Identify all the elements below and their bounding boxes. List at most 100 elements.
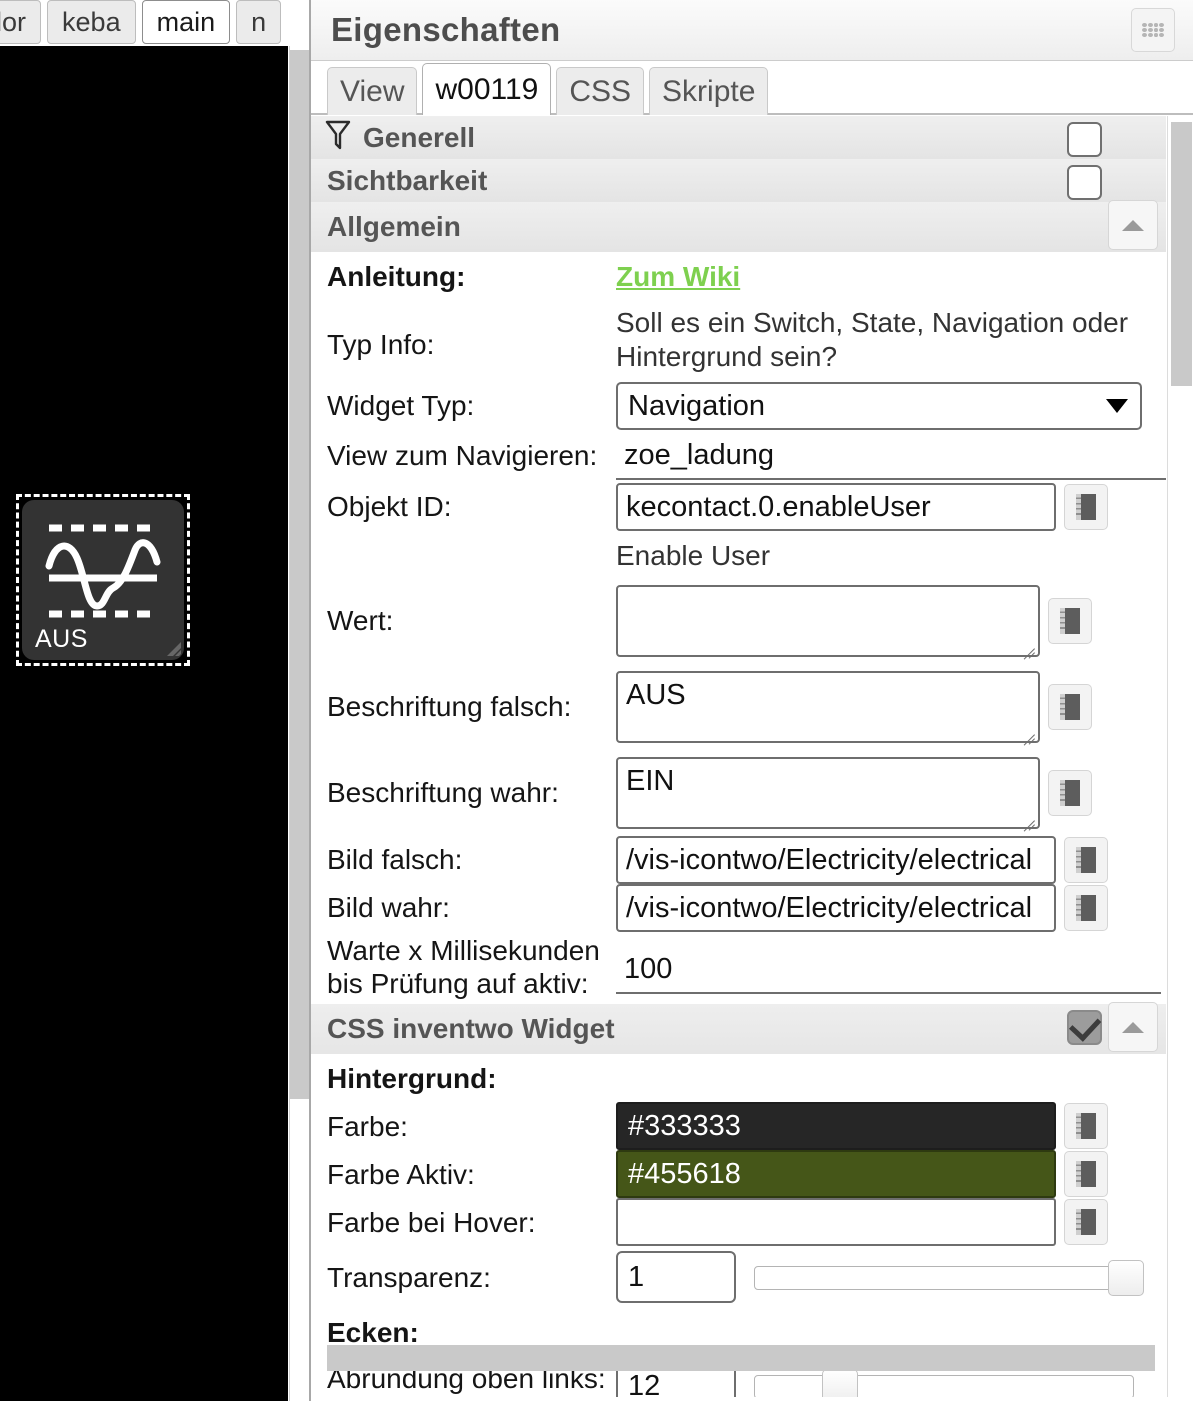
object-select-icon [1076,895,1096,921]
electrical-waveform-icon [43,514,163,629]
row-hintergrund-heading: Hintergrund: [311,1054,1166,1102]
transparenz-value: 1 [628,1261,644,1294]
farbe-aktiv-picker-button[interactable] [1064,1151,1108,1197]
resize-grip-icon[interactable] [1021,811,1035,825]
dot-grid-icon [1142,23,1164,37]
transparenz-slider[interactable] [754,1260,1144,1294]
view-tab-n[interactable]: n [236,0,281,44]
section-allgemein[interactable]: Allgemein [311,202,1166,252]
objekt-id-input[interactable]: kecontact.0.enableUser [616,483,1056,531]
sichtbarkeit-checkbox[interactable] [1067,165,1102,200]
field-label-anleitung: Anleitung: [327,260,616,293]
view-tab-label: keba [62,9,121,36]
beschriftung-falsch-textarea[interactable]: AUS [616,671,1040,743]
slider-track [754,1375,1134,1399]
properties-panel: Eigenschaften View w00119 CSS Skripte [311,0,1193,1401]
field-label-transparenz: Transparenz: [327,1261,616,1294]
selected-widget-selection[interactable]: AUS [16,494,190,666]
subsection-ecken: Ecken: [327,1316,616,1349]
row-bild-falsch: Bild falsch: /vis-icontwo/Electricity/el… [311,836,1166,884]
tab-skripte[interactable]: Skripte [649,67,768,115]
css-inventwo-checkbox[interactable] [1067,1010,1102,1045]
field-label-bild-falsch: Bild falsch: [327,843,616,876]
editor-scrollbar-thumb[interactable] [290,50,309,1099]
section-css-inventwo[interactable]: CSS inventwo Widget [311,1004,1166,1054]
farbe-hover-color-input[interactable] [616,1198,1056,1246]
beschriftung-wahr-picker-button[interactable] [1048,770,1092,816]
row-view-navigieren: View zum Navigieren: zoe_ladung [311,432,1166,480]
filter-funnel-icon [325,119,351,156]
panel-footer [311,1397,1193,1401]
tab-css[interactable]: CSS [556,67,644,115]
warte-ms-value: 100 [624,953,672,986]
section-label: Allgemein [327,211,461,243]
field-label-farbe: Farbe: [327,1110,616,1143]
tab-view[interactable]: View [327,67,417,115]
tab-label: View [340,75,404,109]
row-farbe-aktiv: Farbe Aktiv: #455618 [311,1150,1166,1198]
farbe-color-input[interactable]: #333333 [616,1102,1056,1150]
typ-info-text: Soll es ein Switch, State, Navigation od… [616,306,1136,373]
farbe-value: #333333 [628,1110,741,1143]
object-select-icon [1076,1209,1096,1235]
farbe-aktiv-color-input[interactable]: #455618 [616,1150,1056,1198]
section-label: Sichtbarkeit [327,165,487,197]
row-anleitung: Anleitung: Zum Wiki [311,252,1166,302]
panel-tab-bar[interactable]: View w00119 CSS Skripte [311,61,1193,115]
css-inventwo-collapse-button[interactable] [1108,1002,1158,1052]
resize-grip-icon[interactable] [1021,725,1035,739]
allgemein-collapse-button[interactable] [1108,200,1158,250]
row-warte-ms: Warte x Millisekunden bis Prüfung auf ak… [311,932,1166,1000]
panel-horizontal-scrollbar[interactable] [327,1345,1155,1371]
wert-textarea[interactable] [616,585,1040,657]
beschriftung-falsch-picker-button[interactable] [1048,684,1092,730]
view-canvas[interactable]: AUS [0,46,288,1401]
row-transparenz: Transparenz: 1 [311,1246,1166,1308]
view-tab-label: n [251,9,266,36]
slider-track [754,1266,1144,1290]
farbe-picker-button[interactable] [1064,1103,1108,1149]
row-farbe-hover: Farbe bei Hover: [311,1198,1166,1246]
row-typ-info: Typ Info: Soll es ein Switch, State, Nav… [311,302,1166,380]
bild-wahr-picker-button[interactable] [1064,885,1108,931]
wert-picker-button[interactable] [1048,598,1092,644]
zum-wiki-link[interactable]: Zum Wiki [616,261,740,293]
section-sichtbarkeit[interactable]: Sichtbarkeit [311,159,1166,202]
view-tab-keba[interactable]: keba [47,0,136,44]
farbe-hover-picker-button[interactable] [1064,1199,1108,1245]
section-generell[interactable]: Generell [311,116,1166,159]
generell-checkbox[interactable] [1067,122,1102,157]
widget-typ-select[interactable]: Navigation [616,382,1142,430]
field-label-warte-ms: Warte x Millisekunden bis Prüfung auf ak… [327,934,616,1000]
drag-handle-icon[interactable] [1131,8,1175,52]
widget-resize-handle-icon[interactable] [159,634,181,656]
row-beschriftung-wahr: Beschriftung wahr: EIN [311,750,1166,836]
chevron-down-icon [1106,399,1128,413]
object-select-icon [1060,780,1080,806]
panel-scrollbar-thumb[interactable] [1171,122,1192,386]
object-select-icon [1076,494,1096,520]
slider-knob[interactable] [1108,1260,1144,1296]
warte-ms-input[interactable]: 100 [616,946,1161,994]
view-navigieren-input[interactable]: zoe_ladung [616,432,1166,480]
transparenz-input[interactable]: 1 [616,1251,736,1303]
view-tab-main[interactable]: main [142,0,231,44]
field-label-view-navigieren: View zum Navigieren: [327,439,616,472]
object-select-icon [1060,608,1080,634]
objekt-id-picker-button[interactable] [1064,484,1108,530]
beschriftung-wahr-value: EIN [626,765,674,797]
beschriftung-wahr-textarea[interactable]: EIN [616,757,1040,829]
bild-falsch-picker-button[interactable] [1064,837,1108,883]
tab-w00119[interactable]: w00119 [422,63,551,115]
row-objekt-id: Objekt ID: kecontact.0.enableUser [311,480,1166,534]
view-tab-bar[interactable]: idor keba main n [0,0,310,46]
objekt-id-value: kecontact.0.enableUser [626,491,931,524]
view-tab-idor[interactable]: idor [0,0,41,44]
bild-wahr-input[interactable]: /vis-icontwo/Electricity/electrical [616,884,1056,932]
panel-vertical-scrollbar[interactable] [1167,116,1193,1401]
widget-preview-w00119[interactable]: AUS [22,500,184,660]
resize-grip-icon[interactable] [1021,639,1035,653]
properties-list: Generell Sichtbarkeit Allgemein [311,116,1166,1401]
bild-falsch-input[interactable]: /vis-icontwo/Electricity/electrical [616,836,1056,884]
row-farbe: Farbe: #333333 [311,1102,1166,1150]
